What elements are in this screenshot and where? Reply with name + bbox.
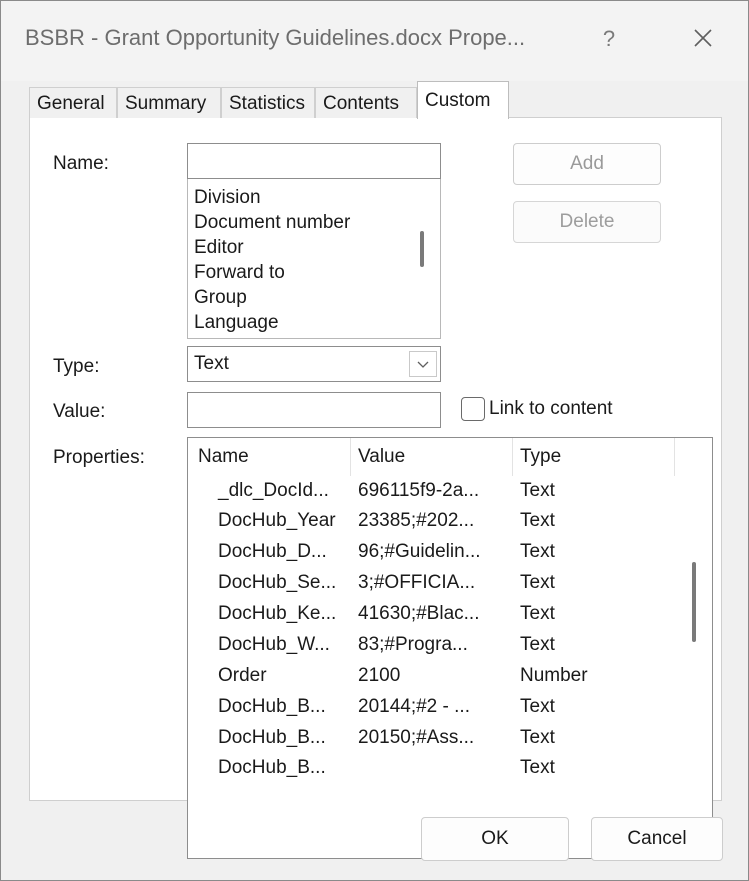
property-type: Text [520,572,555,593]
property-type: Text [520,510,555,531]
properties-label: Properties: [53,447,145,468]
column-divider[interactable] [512,438,513,476]
table-row[interactable]: DocHub_B... Text [188,755,674,786]
link-to-content-label[interactable]: Link to content [489,398,613,420]
tab-custom[interactable]: Custom [417,81,509,119]
property-type: Text [520,757,555,778]
property-name: DocHub_Year [218,510,336,531]
name-input[interactable] [187,143,441,179]
value-label: Value: [53,401,106,422]
list-item[interactable]: Group [194,287,247,309]
table-row[interactable]: DocHub_Ke... 41630;#Blac... Text [188,601,674,632]
property-value: 41630;#Blac... [358,603,480,624]
property-name: DocHub_B... [218,757,326,778]
property-type: Text [520,480,555,501]
table-row[interactable]: DocHub_Se... 3;#OFFICIA... Text [188,570,674,601]
tab-statistics[interactable]: Statistics [221,87,315,118]
list-item[interactable]: Division [194,187,261,209]
help-button[interactable]: ? [589,19,629,59]
delete-button[interactable]: Delete [513,201,661,243]
type-select[interactable]: Text [187,346,441,382]
property-value: 2100 [358,665,401,686]
property-value: 20150;#Ass... [358,727,475,748]
ok-button[interactable]: OK [421,817,569,861]
chevron-down-icon[interactable] [409,351,437,377]
table-row[interactable]: DocHub_D... 96;#Guidelin... Text [188,539,674,570]
list-item[interactable]: Editor [194,237,244,259]
property-value: 96;#Guidelin... [358,541,481,562]
tab-contents[interactable]: Contents [315,87,417,118]
table-row[interactable]: DocHub_B... 20144;#2 - ... Text [188,694,674,725]
cancel-button[interactable]: Cancel [591,817,723,861]
column-divider[interactable] [674,438,675,476]
close-icon [694,29,712,47]
property-name: DocHub_D... [218,541,327,562]
list-scrollbar-thumb[interactable] [420,231,424,267]
property-name: Order [218,665,267,686]
link-to-content-checkbox[interactable] [461,397,485,421]
close-button[interactable] [681,19,725,59]
property-type: Number [520,665,588,686]
property-type: Text [520,603,555,624]
value-input[interactable] [187,392,441,428]
property-type: Text [520,727,555,748]
name-suggestion-list[interactable]: Division Document number Editor Forward … [187,179,441,339]
property-name: DocHub_B... [218,696,326,717]
list-item[interactable]: Document number [194,212,350,234]
property-type: Text [520,634,555,655]
table-row[interactable]: DocHub_B... 20150;#Ass... Text [188,725,674,756]
property-value: 83;#Progra... [358,634,468,655]
properties-list[interactable]: Name Value Type _dlc_DocId... 696115f9-2… [187,437,713,859]
table-row[interactable]: DocHub_W... 83;#Progra... Text [188,632,674,663]
property-value: 23385;#202... [358,510,475,531]
column-header-name[interactable]: Name [198,446,249,468]
add-button[interactable]: Add [513,143,661,185]
table-row[interactable]: _dlc_DocId... 696115f9-2a... Text [188,478,674,509]
name-label: Name: [53,153,109,174]
property-value: 696115f9-2a... [358,480,480,501]
tab-summary[interactable]: Summary [117,87,221,118]
property-value: 20144;#2 - ... [358,696,470,717]
property-value: 3;#OFFICIA... [358,572,476,593]
column-header-type[interactable]: Type [520,446,561,468]
property-name: _dlc_DocId... [218,480,329,501]
property-type: Text [520,541,555,562]
type-label: Type: [53,356,100,377]
column-divider[interactable] [350,438,351,476]
property-name: DocHub_Ke... [218,603,337,624]
property-type: Text [520,696,555,717]
list-item[interactable]: Language [194,312,279,334]
list-item[interactable]: Forward to [194,262,285,284]
type-select-value: Text [194,353,229,374]
property-name: DocHub_W... [218,634,330,655]
property-name: DocHub_Se... [218,572,337,593]
title-bar: BSBR - Grant Opportunity Guidelines.docx… [1,1,748,81]
window-title: BSBR - Grant Opportunity Guidelines.docx… [25,25,526,50]
properties-dialog: BSBR - Grant Opportunity Guidelines.docx… [0,0,749,881]
table-row[interactable]: DocHub_Year 23385;#202... Text [188,508,674,539]
property-name: DocHub_B... [218,727,326,748]
properties-scrollbar-thumb[interactable] [692,562,696,642]
tab-general[interactable]: General [29,87,117,118]
table-row[interactable]: Order 2100 Number [188,663,674,694]
column-header-value[interactable]: Value [358,446,405,468]
